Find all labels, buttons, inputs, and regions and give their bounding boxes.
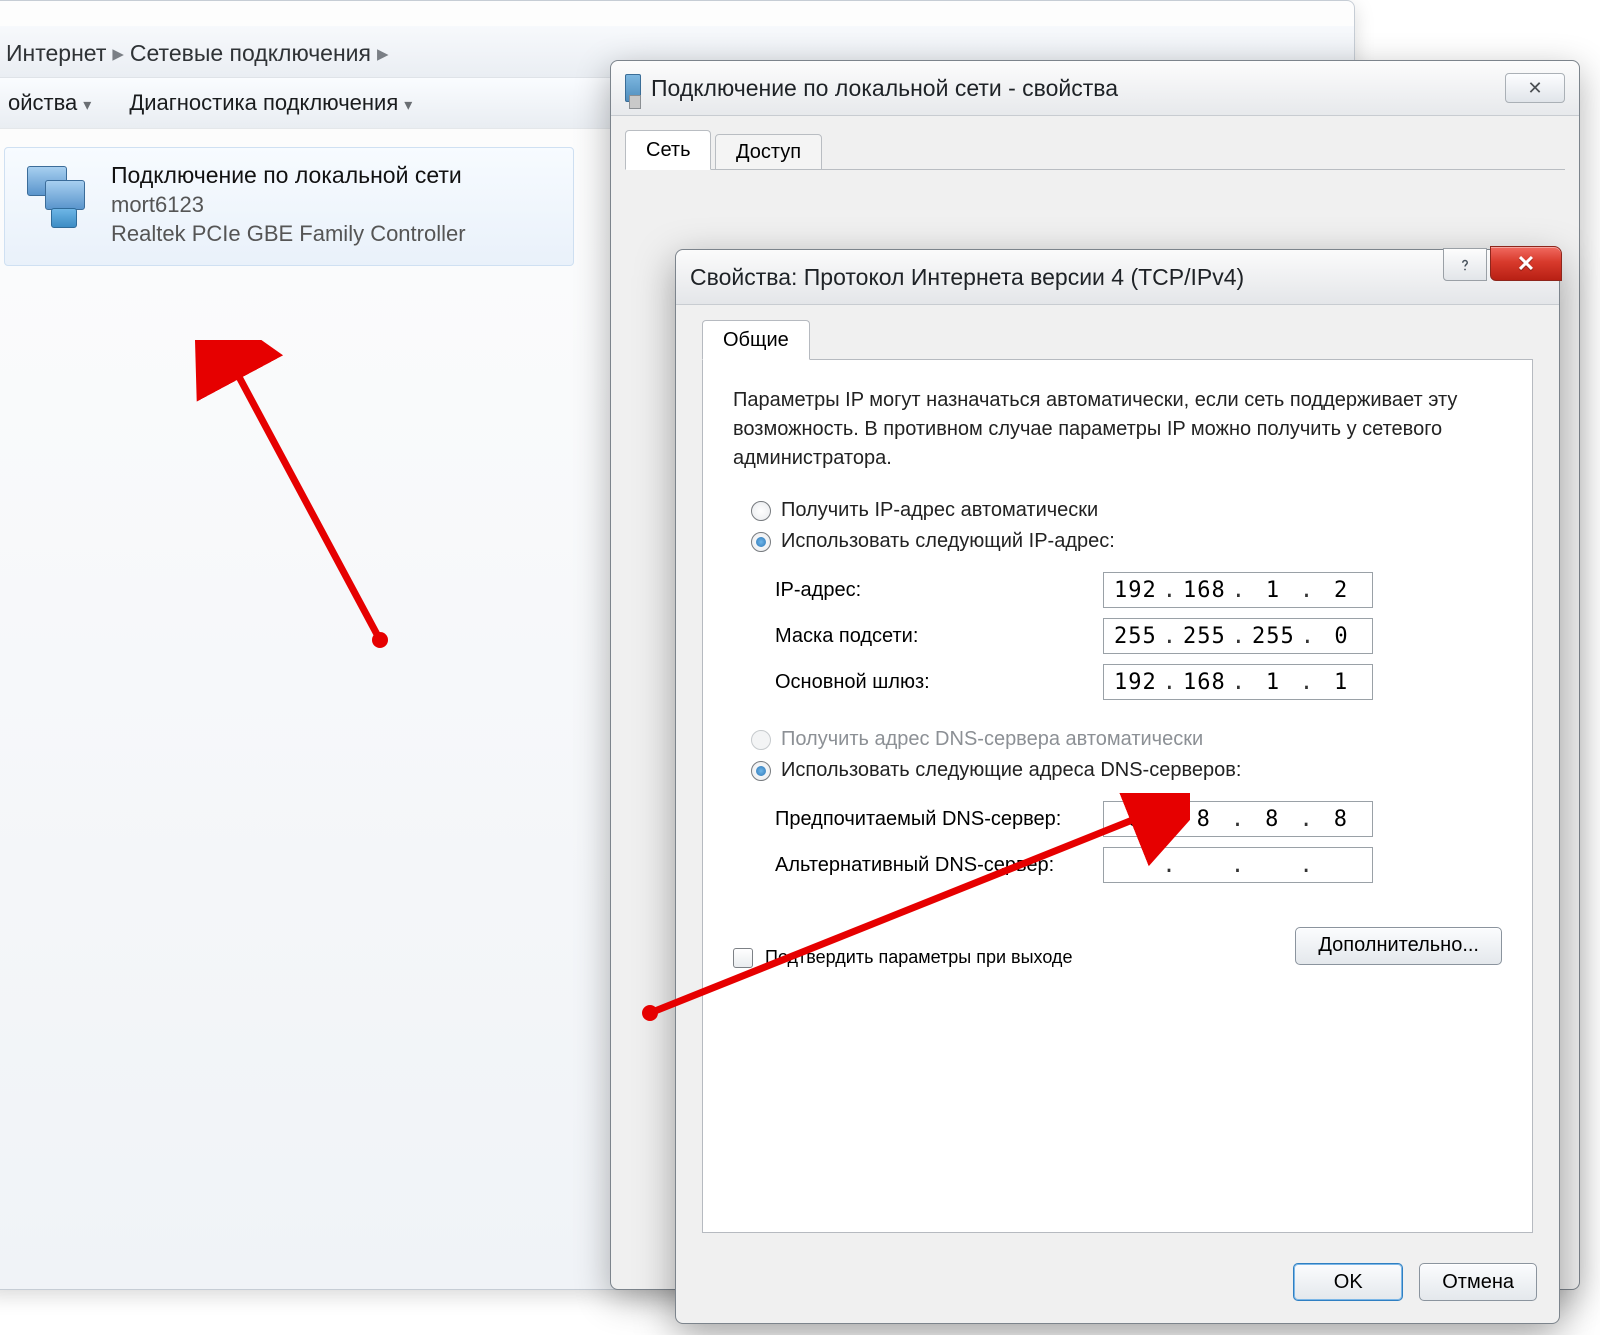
close-button[interactable]: ✕ (1505, 73, 1565, 103)
radio-icon (751, 501, 771, 521)
dialog-title: Свойства: Протокол Интернета версии 4 (T… (690, 264, 1244, 291)
radio-ip-manual[interactable]: Использовать следующий IP-адрес: (751, 530, 1502, 553)
connection-item[interactable]: Подключение по локальной сети mort6123 R… (4, 147, 574, 266)
general-panel: Параметры IP могут назначаться автоматич… (702, 360, 1533, 1233)
tcpip-properties-dialog: Свойства: Протокол Интернета версии 4 (T… (675, 249, 1560, 1324)
connection-status: mort6123 (111, 192, 466, 218)
tabstrip: Сеть Доступ (625, 130, 1565, 170)
radio-label: Использовать следующие адреса DNS-сервер… (781, 759, 1241, 782)
breadcrumb-item[interactable]: Сетевые подключения (130, 40, 371, 67)
radio-icon (751, 730, 771, 750)
input-alternate-dns[interactable]: . . . (1103, 847, 1373, 883)
ok-button[interactable]: OK (1293, 1263, 1403, 1301)
label-mask: Маска подсети: (775, 625, 1085, 648)
breadcrumb-item[interactable]: Интернет (6, 40, 106, 67)
input-ip-address[interactable]: 192. 168. 1. 2 (1103, 572, 1373, 608)
tab-access[interactable]: Доступ (715, 134, 822, 170)
label-gateway: Основной шлюз: (775, 671, 1085, 694)
toolbar-diagnose[interactable]: Диагностика подключения (129, 90, 412, 116)
tab-general[interactable]: Общие (702, 320, 810, 360)
input-subnet-mask[interactable]: 255. 255. 255. 0 (1103, 618, 1373, 654)
cancel-button[interactable]: Отмена (1419, 1263, 1537, 1301)
label-ip: IP-адрес: (775, 579, 1085, 602)
dialog-title: Подключение по локальной сети - свойства (651, 75, 1118, 102)
radio-ip-auto[interactable]: Получить IP-адрес автоматически (751, 499, 1502, 522)
breadcrumb-sep-icon: ▸ (112, 40, 124, 67)
label-dns1: Предпочитаемый DNS-сервер: (775, 808, 1085, 831)
radio-label: Использовать следующий IP-адрес: (781, 530, 1115, 553)
tabstrip: Общие (702, 320, 1533, 360)
connection-name: Подключение по локальной сети (111, 162, 466, 189)
radio-label: Получить адрес DNS-сервера автоматически (781, 728, 1203, 751)
tab-network[interactable]: Сеть (625, 130, 711, 170)
radio-icon (751, 532, 771, 552)
toolbar-properties[interactable]: ойства (8, 90, 91, 116)
input-preferred-dns[interactable]: 8. 8. 8. 8 (1103, 801, 1373, 837)
input-default-gateway[interactable]: 192. 168. 1. 1 (1103, 664, 1373, 700)
help-button[interactable] (1443, 248, 1487, 281)
close-button[interactable]: ✕ (1490, 246, 1562, 281)
network-adapter-icon (23, 162, 93, 232)
breadcrumb-sep-icon: ▸ (377, 40, 389, 67)
ethernet-icon (625, 74, 641, 102)
radio-dns-manual[interactable]: Использовать следующие адреса DNS-сервер… (751, 759, 1502, 782)
checkbox-label: Подтвердить параметры при выходе (765, 947, 1072, 968)
description-text: Параметры IP могут назначаться автоматич… (733, 386, 1502, 473)
connection-device: Realtek PCIe GBE Family Controller (111, 221, 466, 247)
dialog-titlebar[interactable]: Подключение по локальной сети - свойства… (611, 61, 1579, 116)
checkbox-validate-on-exit[interactable] (733, 948, 753, 968)
radio-label: Получить IP-адрес автоматически (781, 499, 1098, 522)
help-icon (1456, 256, 1474, 274)
dialog-titlebar[interactable]: Свойства: Протокол Интернета версии 4 (T… (676, 250, 1559, 305)
radio-icon (751, 761, 771, 781)
label-dns2: Альтернативный DNS-сервер: (775, 854, 1085, 877)
radio-dns-auto: Получить адрес DNS-сервера автоматически (751, 728, 1502, 751)
advanced-button[interactable]: Дополнительно... (1295, 927, 1502, 965)
